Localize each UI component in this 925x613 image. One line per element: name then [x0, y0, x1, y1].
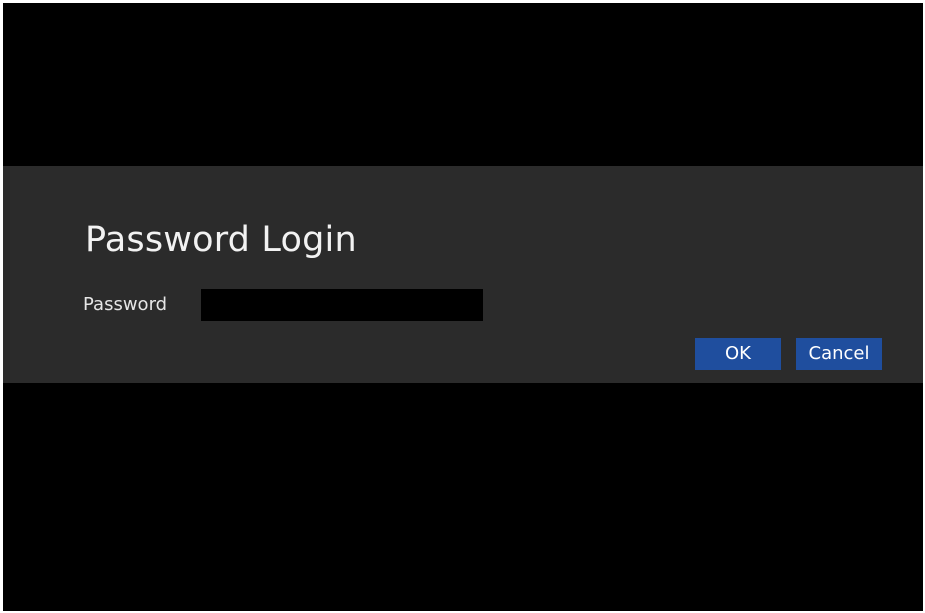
dialog-title: Password Login: [85, 220, 357, 260]
password-label: Password: [83, 294, 168, 315]
ok-button[interactable]: OK: [695, 338, 781, 370]
password-login-dialog: Password Login Password OK Cancel: [3, 166, 923, 383]
cancel-button[interactable]: Cancel: [796, 338, 882, 370]
password-field[interactable]: [201, 289, 483, 321]
screen-background: Password Login Password OK Cancel: [3, 3, 923, 611]
